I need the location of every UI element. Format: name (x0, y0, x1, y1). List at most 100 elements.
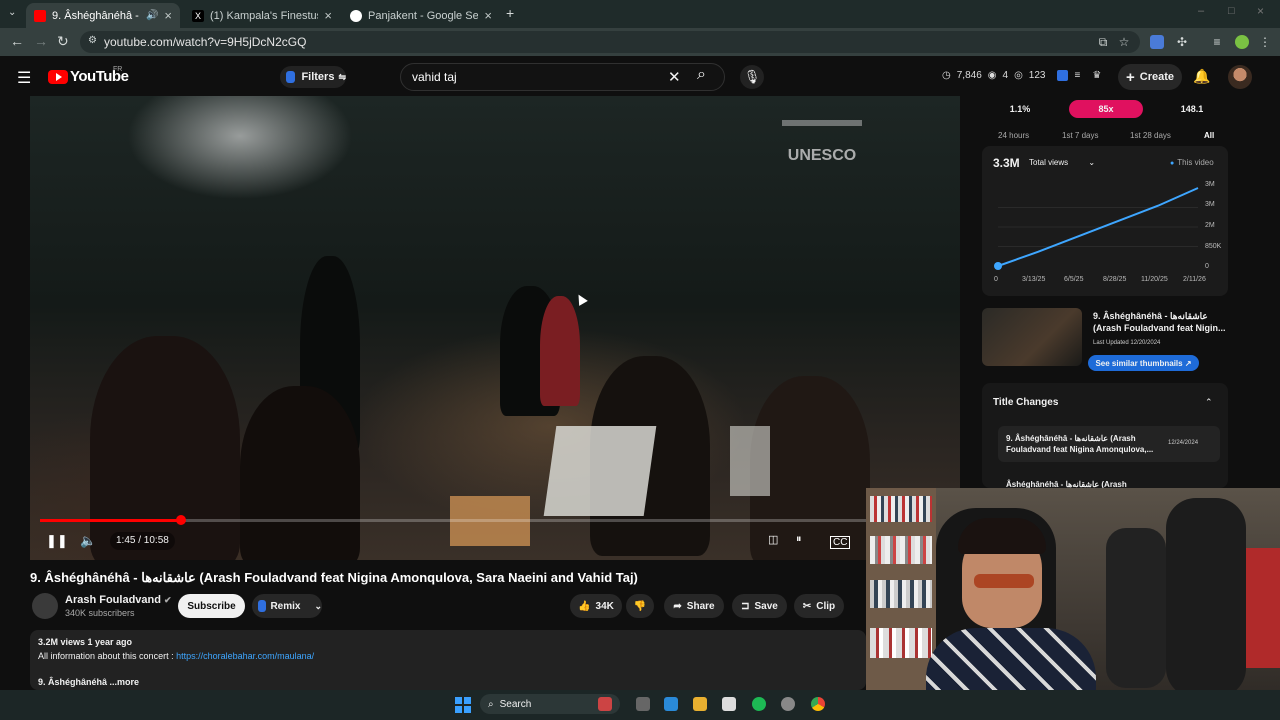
tab-google[interactable]: Panjakent - Google Search × (342, 3, 500, 28)
reload-icon[interactable]: ↻ (57, 33, 69, 50)
new-tab-icon[interactable]: + (506, 5, 514, 21)
metric-select[interactable]: Total views ⌄ (1029, 158, 1095, 167)
browser-tab-bar: ⌄ 9. Âshéghânéhâ - عاشقانه‌ها 🔊 × X (1) … (0, 0, 1280, 28)
remix-button[interactable]: Remix ⌄ (252, 594, 322, 618)
media-icon[interactable]: ≡ (1210, 35, 1224, 49)
autoplay-toggle-icon[interactable]: ⏸ (796, 533, 802, 546)
books (870, 580, 932, 608)
dislike-button[interactable]: 👎 (626, 594, 654, 618)
like-button[interactable]: 👍 34K (570, 594, 622, 618)
subscribe-button[interactable]: Subscribe (178, 594, 245, 618)
stat-pill-vph: 148.1 (1180, 104, 1204, 114)
google-favicon-icon (350, 9, 362, 22)
site-info-icon[interactable]: ⚙ (88, 35, 97, 46)
stat-views: 7,846 (956, 70, 982, 81)
close-tab-icon[interactable]: × (324, 8, 332, 23)
scrubber-handle[interactable] (175, 515, 186, 525)
progress-bar[interactable] (40, 515, 920, 525)
close-tab-icon[interactable]: × (164, 8, 172, 23)
tab-youtube[interactable]: 9. Âshéghânéhâ - عاشقانه‌ها 🔊 × (26, 3, 180, 28)
list-icon[interactable]: ≡ (1074, 70, 1080, 81)
range-tab-28d[interactable]: 1st 28 days (1130, 131, 1171, 140)
minimize-icon[interactable]: – (1198, 5, 1204, 17)
webcam-overlay (866, 488, 1280, 720)
clip-label: Clip (816, 600, 836, 612)
iq-player-icon[interactable]: ◫ (768, 533, 778, 546)
filters-button[interactable]: Filters ⇋ (280, 66, 346, 88)
speaker-icon[interactable]: 🔊 (146, 10, 158, 21)
create-button[interactable]: + Create (1118, 64, 1182, 90)
captions-icon[interactable]: CC (830, 536, 851, 549)
series-start-point (994, 262, 1002, 270)
profile-icon[interactable] (1235, 35, 1249, 49)
user-avatar[interactable] (1228, 65, 1252, 89)
person-hair (958, 518, 1046, 554)
show-more[interactable]: 9. Âshéghânéhâ ...more (38, 677, 139, 687)
snipping-tool-icon[interactable] (722, 697, 736, 711)
close-tab-icon[interactable]: × (484, 8, 492, 23)
search-input[interactable]: vahid taj (412, 70, 457, 84)
notifications-bell-icon[interactable]: 🔔 (1193, 68, 1210, 85)
extension-iq-icon[interactable] (1150, 35, 1164, 49)
file-explorer-icon[interactable] (693, 697, 707, 711)
clip-button[interactable]: ✂ Clip (794, 594, 844, 618)
thumbnail-title: 9. Âshéghânéhâ - عاشقانه‌ها (Arash Foula… (1093, 311, 1226, 333)
windows-start-icon[interactable] (455, 697, 471, 713)
like-count: 34K (595, 600, 614, 612)
range-tab-all[interactable]: All (1204, 131, 1214, 140)
guitar-case (1106, 528, 1166, 688)
forward-icon[interactable]: → (34, 33, 48, 49)
concert-link[interactable]: https://choralebahar.com/maulana/ (176, 651, 314, 661)
spotify-icon[interactable] (752, 697, 766, 711)
clock-icon: ◷ (942, 70, 951, 81)
save-button[interactable]: ⊐ Save (732, 594, 787, 618)
similar-thumbnails-button[interactable]: See similar thumbnails ↗ (1088, 355, 1199, 371)
share-button[interactable]: ➦ Share (664, 594, 724, 618)
extensions-puzzle-icon[interactable]: ✣ (1175, 35, 1189, 49)
y-tick: 2M (1205, 222, 1215, 229)
task-view-icon[interactable] (636, 697, 650, 711)
iq-icon[interactable] (1057, 70, 1069, 81)
x-tick: 6/5/25 (1064, 276, 1084, 283)
tab-list-icon[interactable]: ⌄ (8, 7, 16, 18)
collapse-icon[interactable]: ⌃ (1205, 397, 1213, 408)
clear-search-icon[interactable]: ✕ (668, 68, 681, 86)
search-icon[interactable]: ⌕ (697, 66, 706, 84)
install-icon[interactable]: ⧉ (1096, 35, 1110, 49)
hamburger-menu-icon[interactable]: ☰ (17, 68, 31, 88)
plus-icon: + (1125, 68, 1135, 86)
close-window-icon[interactable]: × (1257, 4, 1264, 18)
url-field[interactable]: ⚙ youtube.com/watch?v=9H5jDcN2cGQ (80, 31, 1140, 53)
tab-x[interactable]: X (1) Kampala's Finestus on X: "H × (184, 3, 340, 28)
address-bar-row: ← → ↻ ⚙ youtube.com/watch?v=9H5jDcN2cGQ … (0, 28, 1280, 56)
trophy-icon[interactable]: ♛ (1092, 70, 1101, 81)
stat-watching: 4 (1002, 70, 1009, 81)
voice-search-icon[interactable]: 🎙 (740, 65, 764, 89)
channel-name[interactable]: Arash Fouladvand ✔ (65, 594, 172, 606)
back-icon[interactable]: ← (10, 33, 24, 49)
channel-avatar[interactable] (32, 593, 58, 619)
chrome-icon[interactable] (811, 697, 825, 711)
volume-icon[interactable]: 🔈 (80, 533, 96, 549)
widget-icon[interactable] (598, 697, 612, 711)
photos-icon[interactable] (664, 697, 678, 711)
sheet-music (730, 426, 770, 496)
menu-dots-icon[interactable]: ⋮ (1258, 35, 1272, 49)
video-player[interactable]: UNESCO ❚❚ 🔈 1:45 / 10:58 ◫ ⏸ CC (30, 96, 960, 560)
title-change-text: 9. Âshéghânéhâ - عاشقانه‌ها (Arash Foula… (1006, 434, 1154, 454)
singer-figure-red (540, 296, 580, 406)
bookmark-star-icon[interactable]: ☆ (1117, 35, 1131, 49)
books (870, 496, 932, 522)
title-changes-heading: Title Changes (993, 397, 1059, 408)
steam-icon[interactable] (781, 697, 795, 711)
video-thumbnail[interactable] (982, 308, 1082, 366)
range-tab-7d[interactable]: 1st 7 days (1062, 131, 1098, 140)
iq-logo-icon (286, 71, 296, 83)
youtube-logo-icon[interactable] (48, 70, 68, 84)
maximize-icon[interactable]: □ (1228, 5, 1235, 17)
y-tick: 3M (1205, 201, 1215, 208)
description-text: All information about this concert : (38, 651, 177, 661)
chevron-down-icon: ⌄ (1088, 158, 1096, 167)
pause-icon[interactable]: ❚❚ (46, 533, 68, 549)
range-tab-24h[interactable]: 24 hours (998, 131, 1029, 140)
